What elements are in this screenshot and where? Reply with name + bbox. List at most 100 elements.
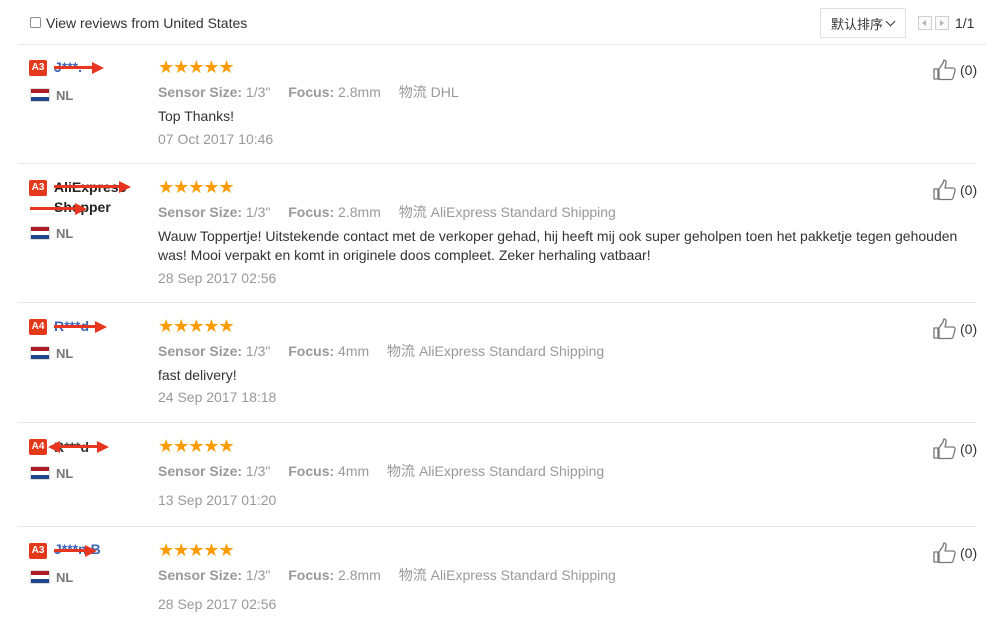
sensor-size-value: 1/3" bbox=[245, 463, 271, 479]
helpful-button[interactable]: (0) bbox=[932, 438, 977, 460]
redaction-mark bbox=[30, 207, 76, 210]
sensor-size-label: Sensor Size: bbox=[158, 204, 243, 220]
redaction-arrow-icon bbox=[95, 320, 107, 333]
review-text: Top Thanks! bbox=[158, 108, 235, 124]
review-date: 28 Sep 2017 02:56 bbox=[158, 270, 277, 286]
helpful-count: (0) bbox=[960, 441, 978, 457]
thumbs-up-icon bbox=[933, 438, 956, 460]
focus-value: 2.8mm bbox=[338, 204, 381, 220]
helpful-count: (0) bbox=[960, 182, 978, 198]
buyer-level-badge: A3 bbox=[29, 543, 47, 559]
page-indicator: 1/1 bbox=[955, 15, 975, 31]
sort-dropdown-label: 默认排序 bbox=[831, 17, 884, 33]
prev-page-button[interactable] bbox=[918, 16, 932, 30]
product-attributes: Sensor Size: 1/3" Focus: 4mm 物流 AliExpre… bbox=[158, 461, 604, 481]
review-item: A3 J***. NL ★★★★★ Sensor Size: 1/3" Focu… bbox=[18, 45, 977, 164]
thumbs-up-icon bbox=[933, 318, 956, 340]
star-rating: ★★★★★ bbox=[158, 540, 235, 560]
review-item: A4 R***d NL ★★★★★ Sensor Size: 1/3" Focu… bbox=[18, 303, 977, 423]
shipping-value: AliExpress Standard Shipping bbox=[430, 204, 616, 220]
redaction-arrow-icon bbox=[92, 61, 104, 74]
shipping-label: 物流 bbox=[387, 344, 416, 360]
helpful-count: (0) bbox=[960, 545, 978, 561]
shipping-value: AliExpress Standard Shipping bbox=[418, 463, 605, 479]
buyer-level-badge: A3 bbox=[29, 60, 47, 76]
star-rating: ★★★★★ bbox=[158, 57, 235, 77]
thumbs-up-icon bbox=[933, 542, 956, 564]
review-item: A4 R***d NL ★★★★★ Sensor Size: 1/3" Focu… bbox=[18, 423, 977, 527]
review-text: fast delivery! bbox=[158, 367, 237, 383]
review-item: A3 AliExpress Shopper NL ★★★★★ Sensor Si… bbox=[18, 164, 977, 303]
shipping-label: 物流 bbox=[398, 85, 427, 101]
review-item: A3 J***n B NL ★★★★★ Sensor Size: 1/3" Fo… bbox=[18, 527, 977, 622]
focus-value: 2.8mm bbox=[338, 84, 381, 100]
us-only-checkbox[interactable] bbox=[30, 17, 41, 28]
shipping-value: AliExpress Standard Shipping bbox=[430, 567, 616, 583]
sensor-size-label: Sensor Size: bbox=[158, 463, 243, 479]
thumbs-up-icon bbox=[933, 59, 956, 81]
focus-value: 4mm bbox=[338, 343, 370, 359]
helpful-button[interactable]: (0) bbox=[932, 59, 977, 81]
focus-label: Focus: bbox=[288, 84, 335, 100]
sensor-size-label: Sensor Size: bbox=[158, 343, 243, 359]
helpful-button[interactable]: (0) bbox=[932, 179, 977, 201]
focus-label: Focus: bbox=[288, 204, 335, 220]
helpful-button[interactable]: (0) bbox=[932, 318, 977, 340]
review-date: 13 Sep 2017 01:20 bbox=[158, 492, 277, 508]
buyer-level-badge: A4 bbox=[29, 319, 47, 335]
redaction-mark bbox=[54, 185, 120, 188]
redaction-arrow-icon bbox=[97, 440, 109, 453]
star-rating: ★★★★★ bbox=[158, 316, 235, 336]
sort-dropdown[interactable]: 默认排序 bbox=[820, 8, 906, 38]
buyer-country: NL bbox=[56, 466, 74, 481]
shipping-label: 物流 bbox=[387, 464, 416, 480]
redaction-mark bbox=[54, 66, 94, 69]
sensor-size-value: 1/3" bbox=[245, 204, 271, 220]
focus-value: 2.8mm bbox=[338, 567, 381, 583]
focus-label: Focus: bbox=[288, 567, 335, 583]
buyer-level-badge: A3 bbox=[29, 180, 47, 196]
focus-value: 4mm bbox=[338, 463, 370, 479]
shipping-value: AliExpress Standard Shipping bbox=[418, 343, 605, 359]
netherlands-flag-icon bbox=[30, 466, 50, 480]
chevron-down-icon bbox=[885, 16, 896, 26]
shipping-value: DHL bbox=[430, 84, 459, 100]
us-only-label[interactable]: View reviews from United States bbox=[46, 15, 247, 31]
redaction-arrow-icon bbox=[85, 544, 97, 557]
product-attributes: Sensor Size: 1/3" Focus: 2.8mm 物流 DHL bbox=[158, 82, 459, 102]
shipping-label: 物流 bbox=[398, 568, 427, 584]
product-attributes: Sensor Size: 1/3" Focus: 2.8mm 物流 AliExp… bbox=[158, 565, 616, 585]
helpful-count: (0) bbox=[960, 321, 978, 337]
redaction-arrow-icon bbox=[119, 180, 131, 193]
shipping-label: 物流 bbox=[398, 205, 427, 221]
buyer-country: NL bbox=[56, 226, 74, 241]
focus-label: Focus: bbox=[288, 463, 335, 479]
review-filter-bar: View reviews from United States 默认排序 1/1 bbox=[18, 0, 986, 45]
review-date: 07 Oct 2017 10:46 bbox=[158, 131, 274, 147]
buyer-country: NL bbox=[56, 88, 74, 103]
next-page-button[interactable] bbox=[935, 16, 949, 30]
buyer-country: NL bbox=[56, 570, 74, 585]
redaction-mark bbox=[54, 549, 86, 552]
redaction-arrow-icon bbox=[75, 202, 87, 215]
sensor-size-value: 1/3" bbox=[245, 567, 271, 583]
thumbs-up-icon bbox=[933, 179, 956, 201]
netherlands-flag-icon bbox=[30, 570, 50, 584]
product-attributes: Sensor Size: 1/3" Focus: 4mm 物流 AliExpre… bbox=[158, 341, 604, 361]
sensor-size-value: 1/3" bbox=[245, 84, 271, 100]
helpful-count: (0) bbox=[960, 62, 978, 78]
star-rating: ★★★★★ bbox=[158, 436, 235, 456]
review-date: 24 Sep 2017 18:18 bbox=[158, 389, 277, 405]
review-text: Wauw Toppertje! Uitstekende contact met … bbox=[158, 228, 958, 263]
sensor-size-label: Sensor Size: bbox=[158, 84, 243, 100]
buyer-level-badge: A4 bbox=[29, 439, 47, 455]
sensor-size-value: 1/3" bbox=[245, 343, 271, 359]
focus-label: Focus: bbox=[288, 343, 335, 359]
netherlands-flag-icon bbox=[30, 346, 50, 360]
redaction-mark bbox=[58, 445, 98, 448]
review-date: 28 Sep 2017 02:56 bbox=[158, 596, 277, 612]
redaction-mark bbox=[54, 325, 96, 328]
helpful-button[interactable]: (0) bbox=[932, 542, 977, 564]
sensor-size-label: Sensor Size: bbox=[158, 567, 243, 583]
star-rating: ★★★★★ bbox=[158, 177, 235, 197]
